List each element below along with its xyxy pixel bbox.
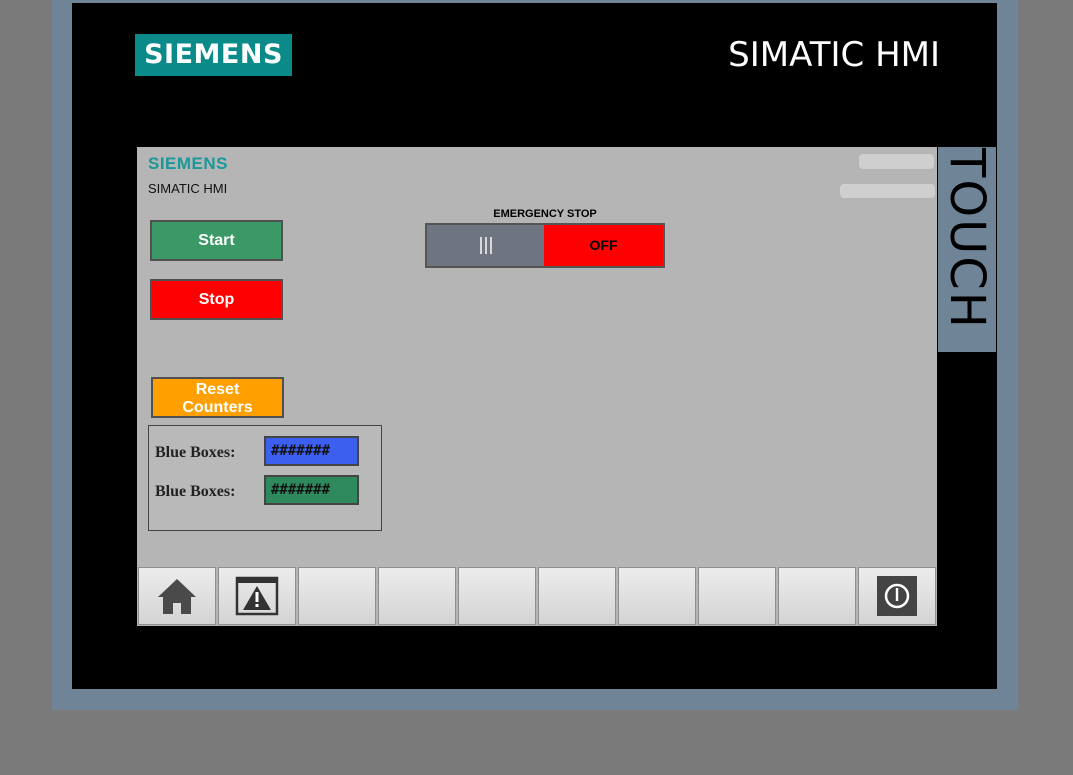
reset-counters-button[interactable]: Reset Counters [151,377,284,418]
power-icon [877,576,917,616]
start-button[interactable]: Start [150,220,283,261]
screen-subtitle: SIMATIC HMI [148,181,228,196]
softkey-empty[interactable] [698,567,776,625]
softkey-empty[interactable] [778,567,856,625]
softkey-empty[interactable] [458,567,536,625]
home-icon [158,579,196,614]
screen-smudge [859,154,934,169]
counter-panel: Blue Boxes: ####### Blue Boxes: ####### [148,425,382,531]
emergency-stop-switch[interactable]: OFF [425,223,665,268]
stop-button[interactable]: Stop [150,279,283,320]
alarm-icon [235,576,279,616]
emergency-stop-label: EMERGENCY STOP [493,208,597,220]
power-button[interactable] [858,567,936,625]
softkey-empty[interactable] [618,567,696,625]
siemens-logo: SIEMENS [135,34,292,76]
home-button[interactable] [138,567,216,625]
alarm-button[interactable] [218,567,296,625]
hmi-screen: SIEMENS SIMATIC HMI Start Stop EMERGENCY… [137,147,937,626]
counter-field-green[interactable]: ####### [264,475,359,505]
bezel-title: SIMATIC HMI [728,35,940,75]
grip-icon [479,237,482,254]
softkey-bar [138,567,936,625]
counter-label: Blue Boxes: [155,444,236,461]
grip-icon [484,237,487,254]
softkey-empty[interactable] [538,567,616,625]
counter-label: Blue Boxes: [155,483,236,500]
switch-handle[interactable] [427,225,544,266]
touch-label: TOUCH [939,148,995,330]
softkey-empty[interactable] [298,567,376,625]
softkey-empty[interactable] [378,567,456,625]
emergency-stop-state: OFF [544,225,663,266]
screen-brand: SIEMENS [148,154,229,173]
screen-smudge [840,184,935,198]
grip-icon [489,237,492,254]
counter-field-blue[interactable]: ####### [264,436,359,466]
